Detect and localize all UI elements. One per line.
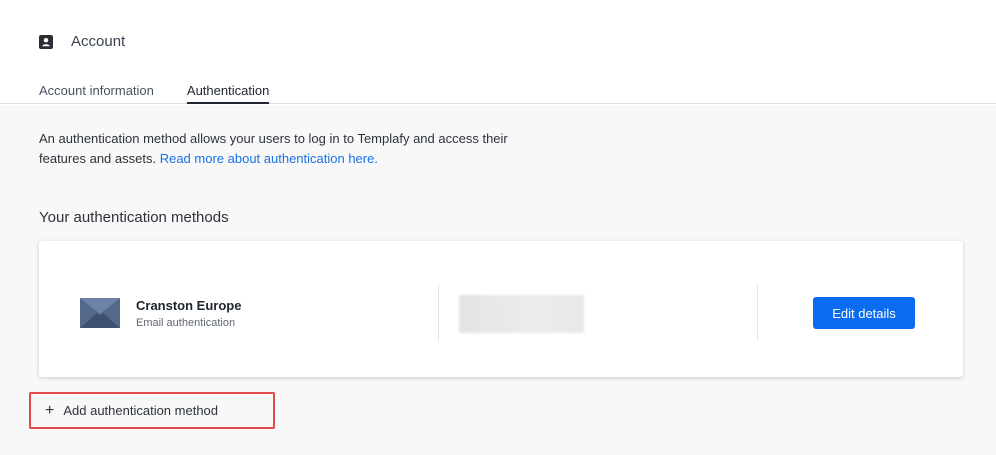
tab-bar: Account information Authentication [39,83,302,104]
main-content: An authentication method allows your use… [0,105,996,455]
title-row: Account [39,33,125,50]
method-name: Cranston Europe [136,298,242,313]
add-method-label: Add authentication method [63,403,219,418]
read-more-link[interactable]: Read more about authentication here. [160,151,378,166]
edit-details-button[interactable]: Edit details [813,297,915,329]
section-title: Your authentication methods [39,209,229,226]
auth-method-card: Cranston Europe Email authentication Edi… [39,241,963,377]
page-header: Account Account information Authenticati… [0,0,996,104]
account-icon [39,34,53,49]
plus-icon: + [45,401,55,419]
card-divider [438,285,439,341]
envelope-icon [80,298,120,328]
redacted-content [459,295,584,333]
tab-account-information[interactable]: Account information [39,83,154,104]
description: An authentication method allows your use… [39,129,509,169]
tab-authentication[interactable]: Authentication [186,83,270,104]
add-method-highlight: + Add authentication method [29,392,275,429]
method-type: Email authentication [136,317,236,329]
card-divider [757,285,758,341]
add-authentication-method-button[interactable]: + Add authentication method [45,401,219,419]
page-title: Account [71,33,126,50]
